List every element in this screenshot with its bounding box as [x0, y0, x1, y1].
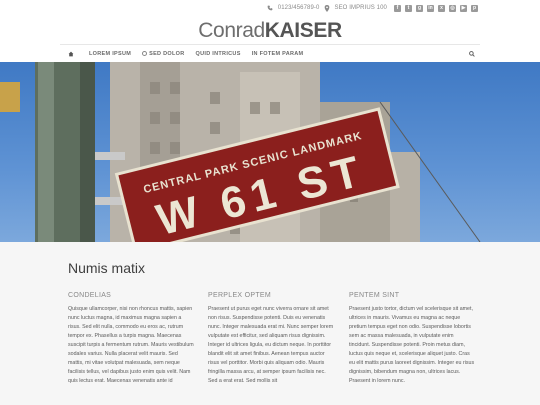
- column-heading: PERPLEX OPTEM: [208, 292, 272, 299]
- text-column-1: CONDELIAS Quisque ullamcorper, nisi non …: [68, 292, 194, 386]
- text-column-2: PERPLEX OPTEM Praesent ut purus eget nun…: [208, 292, 334, 386]
- pinterest-icon[interactable]: p: [471, 4, 478, 12]
- facebook-icon[interactable]: f: [394, 4, 401, 12]
- column-heading: CONDELIAS: [68, 292, 112, 299]
- contact-bar: 0123/456789-0 SEO IMPRIUS 100 f t g in x…: [267, 3, 478, 13]
- nav-item-label: LOREM IPSUM: [89, 50, 132, 57]
- column-text: Praesent ut purus eget nunc viverra orna…: [208, 306, 334, 384]
- nav-item-label: IN FOTEM PARAM: [251, 50, 304, 57]
- youtube-icon[interactable]: ▶: [460, 4, 467, 12]
- nav-item-label: QUID INTRICUS: [195, 50, 241, 57]
- xing-icon[interactable]: x: [438, 4, 445, 12]
- twitter-icon[interactable]: t: [405, 4, 412, 12]
- nav-item-quid-intricus[interactable]: QUID INTRICUS: [196, 51, 241, 57]
- address: SEO IMPRIUS 100: [334, 5, 387, 11]
- nav-item-sed-dolor[interactable]: SED DOLOR: [142, 51, 184, 57]
- page-title: Numis matix: [68, 260, 146, 276]
- nav-item-label: SED DOLOR: [149, 50, 185, 57]
- linkedin-icon[interactable]: in: [427, 4, 434, 12]
- logo-last-name: KAISER: [264, 19, 342, 42]
- home-icon[interactable]: [64, 51, 78, 57]
- nav-item-lorem-ipsum[interactable]: LOREM IPSUM: [89, 51, 131, 57]
- street-sign-photo: CENTRAL PARK SCENIC LANDMARK W 61 ST: [0, 62, 481, 242]
- site-logo[interactable]: ConradKAISER: [0, 19, 540, 43]
- instagram-icon[interactable]: ◎: [449, 4, 456, 12]
- logo-first-name: Conrad: [198, 19, 265, 42]
- phone-icon: [267, 5, 274, 12]
- nav-item-in-fotem-param[interactable]: IN FOTEM PARAM: [252, 51, 304, 57]
- hero-image: CENTRAL PARK SCENIC LANDMARK W 61 ST: [0, 62, 540, 242]
- column-text: Praesent justo tortor, dictum vel sceler…: [349, 306, 475, 384]
- search-icon[interactable]: [468, 50, 476, 58]
- phone-number[interactable]: 0123/456789-0: [278, 5, 320, 11]
- main-content: Numis matix CONDELIAS Quisque ullamcorpe…: [0, 242, 540, 405]
- text-column-3: PENTEM SINT Praesent justo tortor, dictu…: [349, 292, 475, 386]
- clock-icon: [142, 51, 148, 56]
- column-text: Quisque ullamcorper, nisi non rhoncus ma…: [68, 306, 194, 384]
- google-plus-icon[interactable]: g: [416, 4, 423, 12]
- social-links: f t g in x ◎ ▶ p: [394, 4, 478, 12]
- location-pin-icon: [323, 4, 330, 12]
- column-heading: PENTEM SINT: [349, 292, 400, 299]
- main-navigation: LOREM IPSUM SED DOLOR QUID INTRICUS IN F…: [60, 44, 480, 62]
